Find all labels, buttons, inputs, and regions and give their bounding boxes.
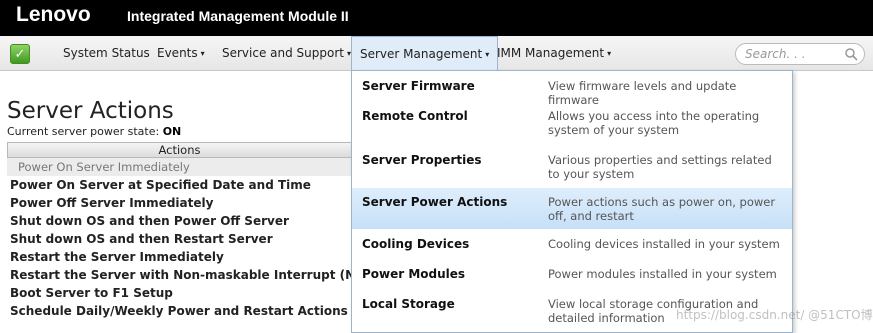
menu-item-label: Server Properties bbox=[362, 153, 482, 167]
menu-item-server-properties[interactable]: Server Properties Various properties and… bbox=[352, 145, 792, 189]
brand-logo: Lenovo bbox=[16, 3, 91, 26]
watermark-text: https://blog.csdn.net/ @51CTO博客 bbox=[676, 308, 873, 322]
menu-item-desc: Power modules installed in your system bbox=[548, 267, 777, 281]
action-schedule[interactable]: Schedule Daily/Weekly Power and Restart … bbox=[7, 302, 352, 320]
menu-item-desc: Various properties and settings related … bbox=[548, 153, 772, 181]
actions-header: Actions bbox=[7, 142, 352, 158]
server-management-menu: Server Firmware View firmware levels and… bbox=[351, 70, 793, 333]
menu-item-cooling-devices[interactable]: Cooling Devices Cooling devices installe… bbox=[352, 229, 792, 259]
nav-server-management[interactable]: Server Management ▾ bbox=[351, 36, 499, 72]
menu-item-server-firmware[interactable]: Server Firmware View firmware levels and… bbox=[352, 71, 792, 107]
chevron-down-icon: ▾ bbox=[200, 49, 205, 58]
nav-label: IMM Management bbox=[497, 46, 605, 60]
nav-imm-management[interactable]: IMM Management ▾ bbox=[497, 36, 611, 71]
actions-table: Actions Power On Server Immediately Powe… bbox=[7, 142, 377, 320]
menu-item-server-power-actions[interactable]: Server Power Actions Power actions such … bbox=[352, 188, 792, 229]
menu-item-desc: Allows you access into the operating sys… bbox=[548, 109, 760, 137]
menu-item-label: Power Modules bbox=[362, 267, 466, 281]
menu-item-desc: Cooling devices installed in your system bbox=[548, 237, 780, 251]
action-power-off-now[interactable]: Power Off Server Immediately bbox=[7, 194, 352, 212]
menu-item-power-modules[interactable]: Power Modules Power modules installed in… bbox=[352, 259, 792, 289]
app-title: Integrated Management Module II bbox=[127, 8, 349, 24]
menu-item-remote-control[interactable]: Remote Control Allows you access into th… bbox=[352, 101, 792, 145]
search-input[interactable]: Search. . . bbox=[735, 43, 865, 65]
action-shutdown-restart[interactable]: Shut down OS and then Restart Server bbox=[7, 230, 352, 248]
nav-label: Events bbox=[157, 46, 198, 60]
power-state: Current server power state: ON bbox=[7, 125, 181, 138]
top-header: Lenovo Integrated Management Module II bbox=[0, 0, 873, 36]
nav-label: Server Management bbox=[360, 47, 483, 61]
nav-system-status[interactable]: System Status bbox=[63, 36, 150, 71]
search-icon[interactable] bbox=[844, 47, 858, 61]
chevron-down-icon: ▾ bbox=[607, 49, 612, 58]
action-shutdown-power-off[interactable]: Shut down OS and then Power Off Server bbox=[7, 212, 352, 230]
action-power-on-scheduled[interactable]: Power On Server at Specified Date and Ti… bbox=[7, 176, 352, 194]
menu-item-label: Cooling Devices bbox=[362, 237, 470, 251]
nav-label: System Status bbox=[63, 46, 150, 60]
action-restart-now[interactable]: Restart the Server Immediately bbox=[7, 248, 352, 266]
menu-item-label: Server Firmware bbox=[362, 79, 475, 93]
menu-item-desc: Power actions such as power on, power of… bbox=[548, 195, 776, 223]
nav-label: Service and Support bbox=[222, 46, 344, 60]
menu-item-label: Local Storage bbox=[362, 297, 455, 311]
nav-bar: ✓ System Status Events ▾ Service and Supp… bbox=[0, 36, 873, 72]
power-state-label: Current server power state: bbox=[7, 125, 160, 138]
nav-events[interactable]: Events ▾ bbox=[157, 36, 205, 71]
search-placeholder: Search. . . bbox=[745, 47, 806, 61]
menu-item-label: Server Power Actions bbox=[362, 195, 508, 209]
action-power-on-now: Power On Server Immediately bbox=[7, 158, 352, 176]
power-state-value: ON bbox=[162, 125, 182, 138]
menu-item-label: Remote Control bbox=[362, 109, 468, 123]
page-title: Server Actions bbox=[7, 98, 174, 124]
nav-service-support[interactable]: Service and Support ▾ bbox=[222, 36, 351, 71]
check-icon[interactable]: ✓ bbox=[10, 44, 30, 64]
action-restart-nmi[interactable]: Restart the Server with Non-maskable Int… bbox=[7, 266, 377, 284]
chevron-down-icon: ▾ bbox=[485, 50, 490, 59]
action-boot-f1[interactable]: Boot Server to F1 Setup bbox=[7, 284, 352, 302]
